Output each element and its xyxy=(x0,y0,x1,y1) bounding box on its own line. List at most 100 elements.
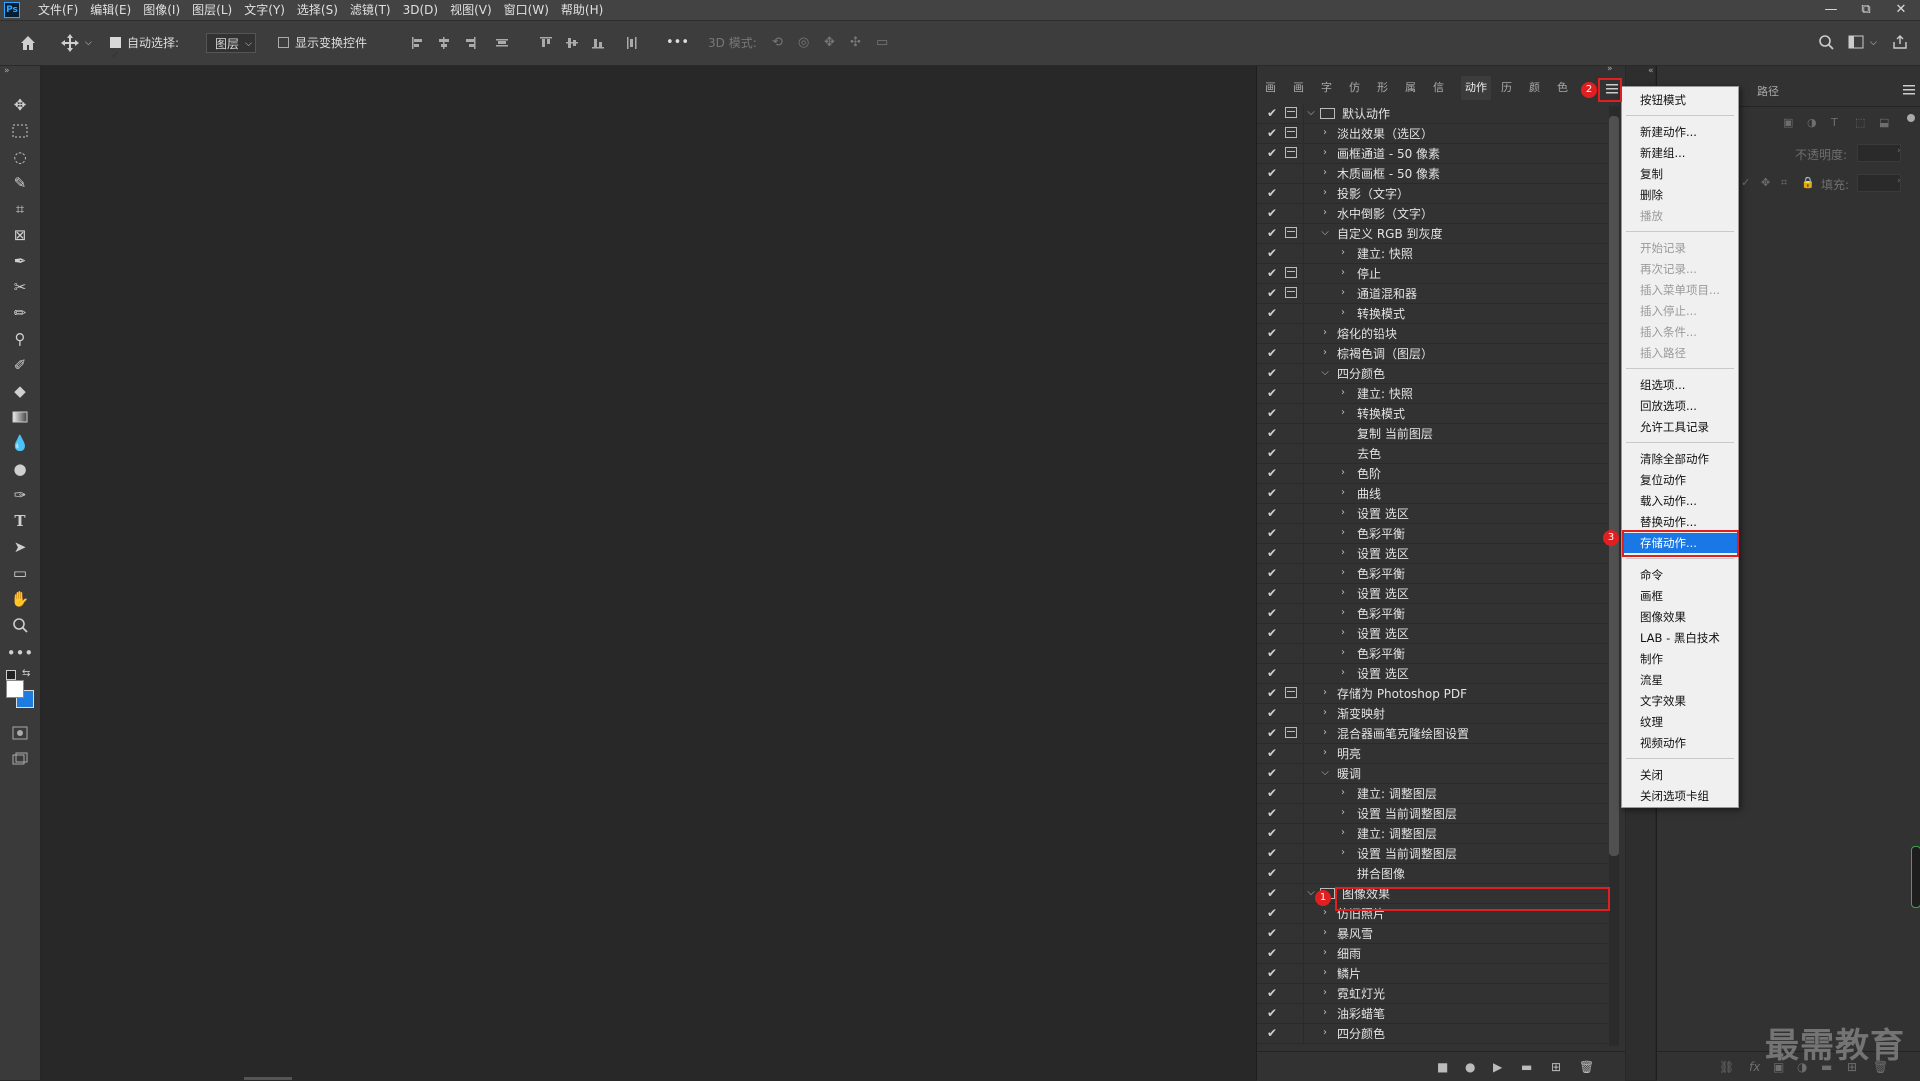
menu-item[interactable]: 新建组... xyxy=(1622,143,1738,163)
checkbox-checked-icon[interactable] xyxy=(110,34,121,78)
align-middle-icon[interactable] xyxy=(564,35,580,51)
checkmark-icon[interactable]: ✔ xyxy=(1265,346,1279,360)
workspace-icon[interactable] xyxy=(1848,34,1864,50)
chevron-right-icon[interactable]: › xyxy=(1337,466,1349,480)
restore-button[interactable]: ⧉ xyxy=(1851,0,1881,20)
checkmark-icon[interactable]: ✔ xyxy=(1265,686,1279,700)
menu-item[interactable]: 按钮模式 xyxy=(1622,90,1738,110)
menu-item[interactable]: 允许工具记录 xyxy=(1622,417,1738,437)
checkmark-icon[interactable]: ✔ xyxy=(1265,866,1279,880)
menu-item[interactable]: 图像(I) xyxy=(137,0,186,20)
action-row[interactable]: ✔ › 投影（文字） xyxy=(1257,184,1607,204)
action-row[interactable]: ✔ ⌵ 暖调 xyxy=(1257,764,1607,784)
checkmark-icon[interactable]: ✔ xyxy=(1265,946,1279,960)
chevron-down-icon[interactable]: ⌵ xyxy=(1870,21,1877,65)
chevron-right-icon[interactable]: › xyxy=(1319,706,1331,720)
quick-select-tool-icon[interactable]: ✎ xyxy=(9,172,31,194)
action-row[interactable]: ✔ › 建立: 调整图层 xyxy=(1257,784,1607,804)
panel-tab[interactable]: 信 xyxy=(1433,76,1444,100)
filter-toggle[interactable] xyxy=(1907,114,1915,122)
chevron-right-icon[interactable]: › xyxy=(1337,626,1349,640)
action-row[interactable]: ✔ › 停止 xyxy=(1257,264,1607,284)
opacity-field[interactable] xyxy=(1857,144,1901,162)
chevron-right-icon[interactable]: › xyxy=(1319,986,1331,1000)
menu-item[interactable]: 3D(D) xyxy=(397,0,444,20)
action-row[interactable]: ✔ ⌵ 四分颜色 xyxy=(1257,364,1607,384)
action-row[interactable]: ✔ › 转换模式 xyxy=(1257,304,1607,324)
action-row[interactable]: ✔ › 设置 当前调整图层 xyxy=(1257,844,1607,864)
checkmark-icon[interactable]: ✔ xyxy=(1265,746,1279,760)
rectangle-tool-icon[interactable]: ▭ xyxy=(9,562,31,584)
action-row[interactable]: ✔ › 渐变映射 xyxy=(1257,704,1607,724)
dialog-toggle-icon[interactable] xyxy=(1285,107,1297,118)
panel-tab[interactable]: 形 xyxy=(1377,76,1388,100)
checkmark-icon[interactable]: ✔ xyxy=(1265,226,1279,240)
show-transform-checkbox[interactable]: 显示变换控件 xyxy=(278,21,367,65)
action-row[interactable]: ✔ ⌵ 自定义 RGB 到灰度 xyxy=(1257,224,1607,244)
align-left-icon[interactable] xyxy=(410,35,426,51)
eraser-tool-icon[interactable]: ◆ xyxy=(9,380,31,402)
action-row[interactable]: ✔ › 存储为 Photoshop PDF xyxy=(1257,684,1607,704)
checkmark-icon[interactable]: ✔ xyxy=(1265,446,1279,460)
chevron-right-icon[interactable]: › xyxy=(1337,266,1349,280)
action-row[interactable]: ✔ 复制 当前图层 xyxy=(1257,424,1607,444)
checkmark-icon[interactable]: ✔ xyxy=(1265,386,1279,400)
action-row[interactable]: ✔ › 淡出效果（选区） xyxy=(1257,124,1607,144)
chevron-down-icon[interactable]: ⌵ xyxy=(85,21,92,65)
checkmark-icon[interactable]: ✔ xyxy=(1265,1006,1279,1020)
fill-field[interactable] xyxy=(1857,174,1901,192)
checkmark-icon[interactable]: ✔ xyxy=(1265,246,1279,260)
action-row[interactable]: ✔ › 木质画框 - 50 像素 xyxy=(1257,164,1607,184)
filter-adjust-icon[interactable]: ◑ xyxy=(1807,116,1817,129)
dodge-tool-icon[interactable]: ● xyxy=(9,458,31,480)
panel-tab[interactable]: 历 xyxy=(1501,76,1512,100)
checkmark-icon[interactable]: ✔ xyxy=(1265,846,1279,860)
menu-item[interactable]: 文字效果 xyxy=(1622,691,1738,711)
checkmark-icon[interactable]: ✔ xyxy=(1265,406,1279,420)
menu-item[interactable]: 图像效果 xyxy=(1622,607,1738,627)
lock-artboard-icon[interactable]: ⌗ xyxy=(1781,176,1787,190)
menu-item[interactable]: 新建动作... xyxy=(1622,122,1738,142)
chevron-right-icon[interactable]: › xyxy=(1319,206,1331,220)
action-row[interactable]: ✔ ⌵ 默认动作 xyxy=(1257,104,1607,124)
chevron-right-icon[interactable]: › xyxy=(1337,646,1349,660)
action-row[interactable]: ✔ › 建立: 快照 xyxy=(1257,384,1607,404)
checkmark-icon[interactable]: ✔ xyxy=(1265,626,1279,640)
dialog-toggle-icon[interactable] xyxy=(1285,127,1297,138)
dialog-toggle-icon[interactable] xyxy=(1285,727,1297,738)
checkmark-icon[interactable]: ✔ xyxy=(1265,106,1279,120)
quick-mask-icon[interactable] xyxy=(9,722,31,744)
chevron-right-icon[interactable]: › xyxy=(1319,946,1331,960)
action-row[interactable]: ✔ › 画框通道 - 50 像素 xyxy=(1257,144,1607,164)
checkmark-icon[interactable]: ✔ xyxy=(1265,726,1279,740)
action-row[interactable]: ✔ › 建立: 快照 xyxy=(1257,244,1607,264)
chevron-right-icon[interactable]: › xyxy=(1337,526,1349,540)
menu-item[interactable]: 图层(L) xyxy=(186,0,238,20)
foreground-color-swatch[interactable] xyxy=(6,680,24,698)
checkmark-icon[interactable]: ✔ xyxy=(1265,566,1279,580)
action-row[interactable]: ✔ › 色阶 xyxy=(1257,464,1607,484)
action-row[interactable]: ✔ › 霓虹灯光 xyxy=(1257,984,1607,1004)
menu-item[interactable]: 流星 xyxy=(1622,670,1738,690)
checkmark-icon[interactable]: ✔ xyxy=(1265,806,1279,820)
gradient-tool-icon[interactable] xyxy=(9,406,31,428)
chevron-right-icon[interactable]: › xyxy=(1319,686,1331,700)
auto-select-checkbox[interactable]: 自动选择: xyxy=(110,21,179,78)
action-row[interactable]: ✔ › 通道混和器 xyxy=(1257,284,1607,304)
checkmark-icon[interactable]: ✔ xyxy=(1265,466,1279,480)
action-row[interactable]: ✔ › 鳞片 xyxy=(1257,964,1607,984)
actions-scrollbar-thumb[interactable] xyxy=(1609,116,1619,856)
chevron-right-icon[interactable]: › xyxy=(1337,486,1349,500)
menu-item[interactable]: 滤镜(T) xyxy=(344,0,397,20)
checkmark-icon[interactable]: ✔ xyxy=(1265,706,1279,720)
chevron-right-icon[interactable]: › xyxy=(1319,726,1331,740)
checkmark-icon[interactable]: ✔ xyxy=(1265,366,1279,380)
chevron-right-icon[interactable]: › xyxy=(1897,176,1901,186)
brush-tool-icon[interactable]: ✏ xyxy=(9,302,31,324)
tab-paths[interactable]: 路径 xyxy=(1757,80,1779,104)
dialog-toggle-icon[interactable] xyxy=(1285,287,1297,298)
action-row[interactable]: ✔ › 曲线 xyxy=(1257,484,1607,504)
checkmark-icon[interactable]: ✔ xyxy=(1265,646,1279,660)
chevron-right-icon[interactable]: › xyxy=(1337,506,1349,520)
action-row[interactable]: ✔ › 设置 选区 xyxy=(1257,584,1607,604)
